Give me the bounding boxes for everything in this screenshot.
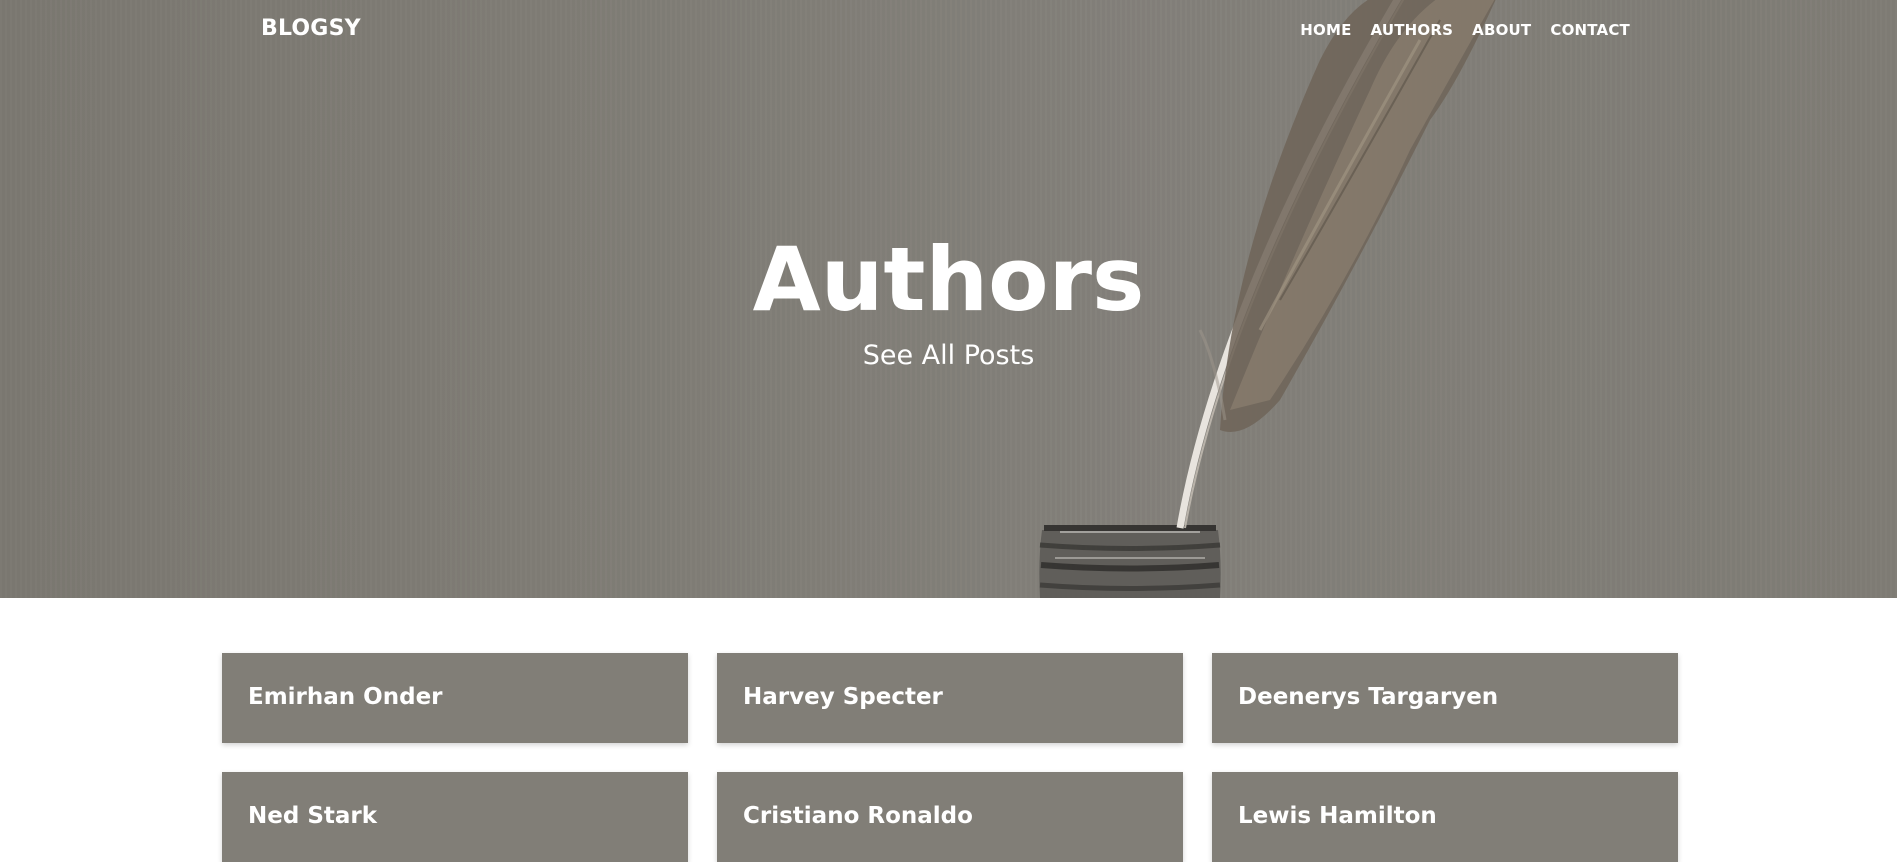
nav-link-about[interactable]: ABOUT — [1472, 21, 1531, 39]
nav-links: HOME AUTHORS ABOUT CONTACT — [1300, 21, 1630, 39]
brand-logo[interactable]: BLOGSY — [261, 16, 361, 41]
navbar: BLOGSY HOME AUTHORS ABOUT CONTACT — [0, 0, 1897, 60]
nav-link-home[interactable]: HOME — [1300, 21, 1351, 39]
author-card[interactable]: Harvey Specter — [717, 653, 1183, 743]
nav-link-contact[interactable]: CONTACT — [1550, 21, 1630, 39]
author-card[interactable]: Deenerys Targaryen — [1212, 653, 1678, 743]
author-card[interactable]: Emirhan Onder — [222, 653, 688, 743]
author-name: Lewis Hamilton — [1238, 803, 1437, 829]
ink-bottle — [1039, 525, 1221, 598]
author-grid: Emirhan Onder Harvey Specter Deenerys Ta… — [222, 653, 1678, 862]
author-name: Harvey Specter — [743, 684, 943, 710]
hero-heading: Authors See All Posts — [0, 228, 1897, 376]
nav-link-authors[interactable]: AUTHORS — [1371, 21, 1454, 39]
author-card[interactable]: Cristiano Ronaldo — [717, 772, 1183, 862]
hero-subtitle: See All Posts — [862, 340, 1035, 371]
hero-section: BLOGSY HOME AUTHORS ABOUT CONTACT Author… — [0, 0, 1897, 598]
author-name: Ned Stark — [248, 803, 378, 829]
author-name: Cristiano Ronaldo — [743, 803, 973, 829]
author-name: Deenerys Targaryen — [1238, 684, 1499, 710]
author-name: Emirhan Onder — [248, 684, 443, 710]
page-title: Authors — [752, 228, 1145, 331]
author-card[interactable]: Lewis Hamilton — [1212, 772, 1678, 862]
author-card[interactable]: Ned Stark — [222, 772, 688, 862]
